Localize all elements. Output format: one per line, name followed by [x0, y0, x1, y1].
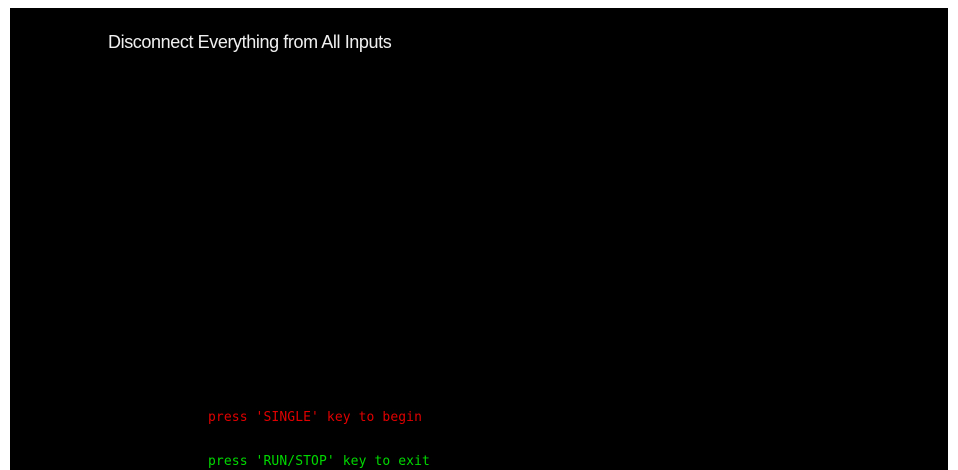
begin-prompt: press 'SINGLE' key to begin — [208, 410, 423, 425]
instruction-title: Disconnect Everything from All Inputs — [108, 32, 392, 52]
instrument-display: Disconnect Everything from All Inputs pr… — [10, 8, 948, 470]
exit-prompt: press 'RUN/STOP' key to exit — [208, 454, 430, 469]
